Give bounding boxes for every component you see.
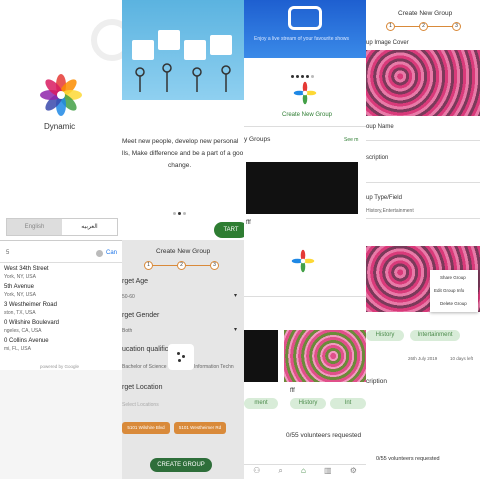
result-sub: ston, TX, USA [4,310,36,316]
tv-icon [288,6,322,30]
result-sub: mi, FL, USA [4,346,31,352]
event-time: 10 days left [450,356,474,361]
see-more-link[interactable]: See m [344,137,358,143]
step-2: 2 [177,261,186,270]
step-3: 3 [452,22,461,31]
tag-chip: History [366,330,404,341]
lang-english[interactable]: English [7,219,62,235]
puzzle-people-icon [132,30,232,92]
cancel-link[interactable]: Can [106,250,117,256]
intro-text-line1: Meet new people, develop new personal [122,138,239,145]
education-value[interactable]: Bachelor of Science [122,364,166,370]
result-title[interactable]: West 34th Street [4,266,49,272]
result-title[interactable]: 0 Wilshire Boulevard [4,320,59,326]
create-group-label[interactable]: Create New Group [282,112,332,118]
page-title: Create New Group [398,10,453,17]
loading-spinner-icon [168,344,194,370]
live-banner[interactable]: Enjoy a live stream of your favourite sh… [244,0,366,58]
step-1: 1 [144,261,153,270]
splash-screen: Dynamic [0,0,122,240]
group-image[interactable] [284,330,366,382]
powered-by-google: powered by Google [40,364,80,369]
volunteers-count: 0/55 volunteers requested [376,456,440,462]
step-1: 1 [386,22,395,31]
tag-chip: Intertainment [410,330,460,341]
group-menu-screen: ⌄ Do Share Group Edit Group Info Delete … [366,240,480,479]
search-screen: 5 Can West 34th Street York, NY, USA 5th… [0,240,122,479]
result-title[interactable]: 0 Collins Avenue [4,338,49,344]
group-thumbnail[interactable] [244,330,278,382]
education-label: ucation qualifica [122,346,173,353]
create-group-screen: Create New Group 1 2 3 up Image Cover ou… [366,0,480,240]
gender-label: rget Gender [122,312,160,319]
age-label: rget Age [122,278,149,285]
chevron-down-icon[interactable]: ▾ [234,326,237,333]
result-title[interactable]: 3 Westheimer Road [4,302,57,308]
bottom-nav: ⚇ ⌕ ⌂ ▥ ⚙ [244,466,366,479]
group-detail-screen: fff ment History Int 0/55 volunteers req… [244,240,366,479]
intro-text-line3: change. [168,162,192,169]
group-title: fff [290,388,295,394]
app-logo-icon [291,249,315,273]
lang-arabic[interactable]: العربيه [62,219,117,235]
intro-screen: Meet new people, develop new personal ll… [122,0,244,240]
home-icon[interactable]: ⌂ [301,466,306,479]
group-name-label: oup Name [366,124,394,130]
group-type-value[interactable]: History,Entertainment [366,208,414,214]
create-group-button[interactable]: CREATE GROUP [150,458,212,472]
settings-icon[interactable]: ⚙ [350,466,357,479]
people-icon[interactable]: ⚇ [253,466,260,479]
options-menu: Share Group Edit Group Info Delete Group [430,270,478,312]
description-label: scription [366,155,389,161]
home-screen: Enjoy a live stream of your favourite sh… [244,0,366,240]
my-groups-heading: y Groups [244,136,271,143]
cover-image[interactable] [366,50,480,116]
create-group-step3: Create New Group 1 2 3 rget Age 50-60 ▾ … [122,240,244,479]
result-sub: ngeles, CA, USA [4,328,42,334]
decorative-flower-icon [91,19,122,61]
location-placeholder[interactable]: Select Locations [122,402,159,408]
step-3: 3 [210,261,219,270]
volunteers-count: 0/55 volunteers requested [286,432,362,439]
description-label: cription [366,378,387,385]
event-date: 26th July 2019 [408,356,438,361]
location-chip[interactable]: 5101 Wilshire Blvd [122,422,170,434]
start-button[interactable]: TART [214,222,244,238]
location-chip[interactable]: 5101 Westheimer Rd [174,422,226,434]
banner-text: Enjoy a live stream of your favourite sh… [254,36,350,42]
gender-value[interactable]: Both [122,328,132,334]
tag-chip: ment [244,398,278,409]
result-sub: York, NY, USA [4,274,36,280]
brand-name: Dynamic [44,122,76,131]
delete-group-item[interactable]: Delete Group [440,301,467,306]
page-indicator [172,202,187,220]
tag-chip: History [290,398,326,409]
dynamic-logo-icon [40,74,82,116]
page-title: Create New Group [156,248,211,255]
puzzle-illustration [122,0,244,100]
result-sub: York, NY, USA [4,292,36,298]
tag-chip: Int [330,398,366,409]
intro-text-line2: lls, Make difference and be a part of a … [122,150,244,157]
group-item-title: fff [246,220,251,226]
result-title[interactable]: 5th Avenue [4,284,34,290]
search-icon[interactable]: ⌕ [278,466,282,479]
share-group-item[interactable]: Share Group [440,275,466,280]
cover-label: up Image Cover [366,40,409,46]
step-2: 2 [419,22,428,31]
education-value[interactable]: Information Techn [194,364,234,370]
clear-icon[interactable] [96,250,103,257]
age-value[interactable]: 50-60 [122,294,135,300]
create-group-icon[interactable] [292,80,318,106]
edit-group-item[interactable]: Edit Group Info [434,288,464,293]
language-toggle: English العربيه [6,218,118,236]
search-query[interactable]: 5 [6,250,9,256]
group-thumbnail[interactable] [246,162,358,214]
building-icon[interactable]: ▥ [324,466,332,479]
location-label: rget Location [122,384,163,391]
group-type-label: up Type/Field [366,195,402,201]
chevron-down-icon[interactable]: ▾ [234,292,237,299]
